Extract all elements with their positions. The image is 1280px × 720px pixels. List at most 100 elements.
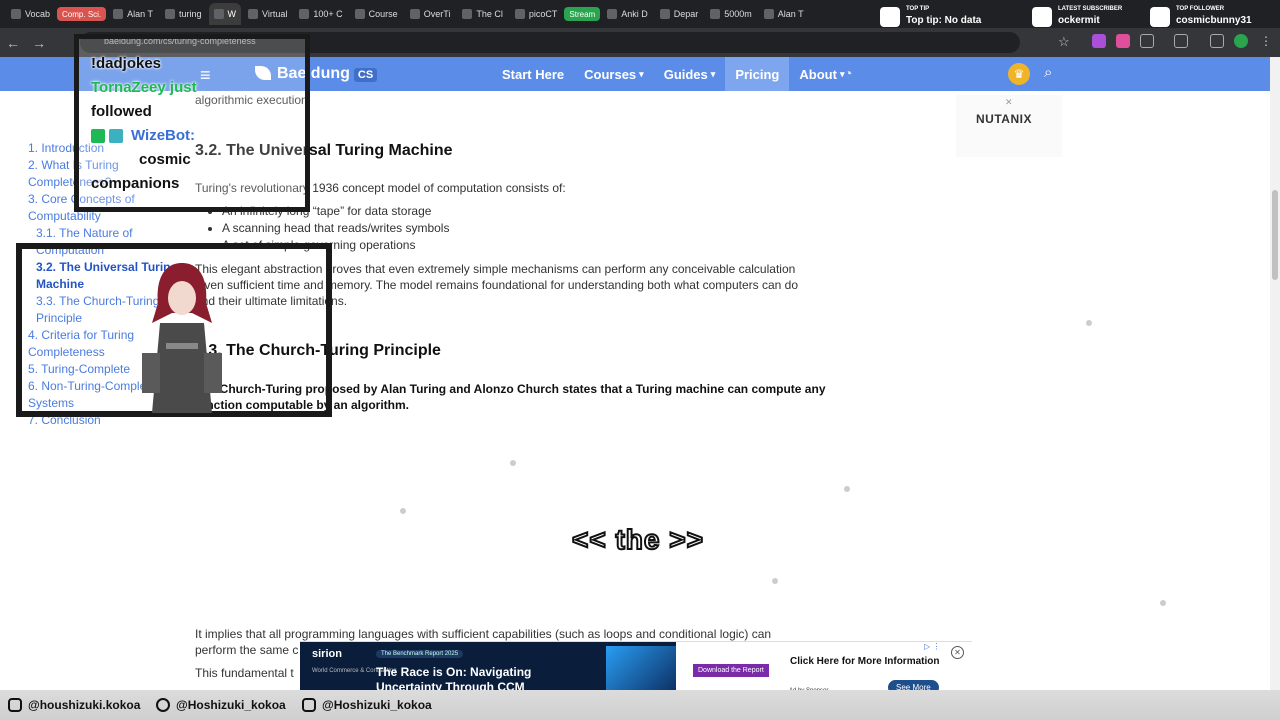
close-icon[interactable]: ✕ [951,646,964,659]
stream-caption: << the >> [571,523,704,556]
extensions-puzzle-icon[interactable] [1140,34,1154,48]
crown-icon[interactable]: ♛ [1008,63,1030,85]
social-twitter: @Hoshizuki_kokoa [156,698,286,712]
favicon-icon [659,9,670,19]
close-icon[interactable]: ✕ [1005,97,1013,108]
chat-line: companions [91,175,180,192]
favicon-icon [299,9,310,19]
top-follower-value: cosmicbunny31 [1176,15,1252,26]
browser-tab-bar: Vocab Comp. Sci. Alan T turing W Virtual 100+ … [0,0,1280,28]
badge-icon [91,129,105,143]
favicon-icon [763,9,774,19]
extension-icon[interactable] [1116,34,1130,48]
nav-start-here[interactable]: Start Here [492,57,574,91]
vtuber-avatar [142,263,222,413]
browser-tab[interactable]: Virtual [243,3,292,25]
chevron-down-icon: ▾ [710,68,716,79]
paragraph-bottom-line1: It implies that all programming language… [195,627,772,641]
profile-avatar[interactable] [1234,34,1248,48]
browser-tab[interactable]: Course [350,3,403,25]
favicon-icon [248,9,259,19]
nav-label: About [799,66,837,82]
tab-label: Depar [673,9,699,19]
latest-subscriber-widget: LATEST SUBSCRIBER ockermit [1030,2,1142,28]
rss-icon[interactable]: ◔ [844,65,852,81]
vtuber-camera-frame [16,243,332,417]
chat-line: !dadjokes [91,55,162,72]
top-tip-widget: TOP TIP Top tip: No data [878,2,1022,28]
search-icon[interactable]: ⌕ [1044,64,1052,81]
browser-tab[interactable]: Comp. Sci. [57,7,107,21]
page-scrollbar[interactable] [1270,57,1280,690]
badge-icon [109,129,123,143]
favicon-icon [710,9,721,19]
social-handle: @Hoshizuki_kokoa [176,698,286,712]
browser-tab[interactable]: 5000m [705,3,757,25]
heart-icon [1150,7,1170,27]
favicon-icon [113,9,124,19]
twitch-icon [302,698,316,712]
browser-tab[interactable]: OverTi [405,3,456,25]
chat-line: cosmic [139,151,191,168]
playlist-icon[interactable] [1210,34,1224,48]
tab-label: Alan T [127,9,154,19]
nav-guides[interactable]: Guides ▾ [654,57,726,91]
tab-label: turing [179,9,202,19]
ad-click-link[interactable]: Click Here for More Information [790,656,939,667]
nav-pricing[interactable]: Pricing [725,57,790,91]
back-icon[interactable]: ← [0,35,26,51]
browser-tab[interactable]: 100+ C [294,3,347,25]
favicon-icon [213,9,224,19]
instagram-icon [8,698,22,712]
top-follower-title: TOP FOLLOWER [1176,6,1225,12]
favicon-icon [354,9,365,19]
browser-tab[interactable]: Alan T [108,3,158,25]
extension-icon[interactable] [1092,34,1106,48]
favicon-icon [462,9,473,19]
twitter-icon [156,698,170,712]
chat-line: TornaZeey just [91,79,197,96]
browser-tab[interactable]: Vocab [6,3,55,25]
tab-label: Comp. Sci. [62,9,102,19]
menu-kebab-icon[interactable]: ⋮ [1260,34,1274,48]
browser-tab[interactable]: turing [160,3,207,25]
favicon-icon [409,9,420,19]
scrollbar-thumb[interactable] [1272,190,1278,280]
ad-brand: NUTANIX [976,112,1032,126]
browser-tab[interactable]: Depar [655,3,704,25]
tab-label: Alan T [777,9,804,19]
adchoices-icon[interactable]: ▷ ⋮ [924,642,940,651]
overlay-dot [772,578,778,584]
sidebar-ad[interactable]: ✕ NUTANIX [956,95,1062,157]
tab-label: W [227,9,237,19]
latest-subscriber-title: LATEST SUBSCRIBER [1058,6,1123,12]
browser-tab[interactable]: The Cl [457,3,508,25]
nav-label: Courses [584,66,637,82]
sidepanel-icon[interactable] [1174,34,1188,48]
browser-tab[interactable]: picoCT [510,3,563,25]
browser-tab[interactable]: Alan T [759,3,809,25]
overlay-dot [844,486,850,492]
chevron-down-icon: ▾ [639,68,644,79]
nav-label: Pricing [735,66,780,82]
browser-tab[interactable]: Anki D [602,3,653,25]
social-twitch: @Hoshizuki_kokoa [302,698,432,712]
nav-label: Start Here [502,66,565,82]
forward-icon[interactable]: → [26,35,52,51]
browser-tab[interactable]: W [208,3,242,25]
paragraph-bottom-line2: perform the same c [195,643,299,657]
browser-tab[interactable]: Stream [564,7,601,21]
social-handle: @Hoshizuki_kokoa [322,698,432,712]
ad-download-button[interactable]: Download the Report [693,664,769,677]
bookmark-star-icon[interactable]: ☆ [1058,34,1072,49]
overlay-dot [400,508,406,514]
tab-label: Vocab [25,9,51,19]
latest-subscriber-value: ockermit [1058,15,1100,26]
toc-link[interactable]: 3.1. The Nature of [28,225,188,242]
tab-label: Virtual [262,9,288,19]
ad-sirion-logo: sirion [312,648,342,660]
favicon-icon [514,9,525,19]
chat-line: followed [91,103,152,120]
overlay-dot [1086,320,1092,326]
nav-courses[interactable]: Courses ▾ [574,57,654,91]
